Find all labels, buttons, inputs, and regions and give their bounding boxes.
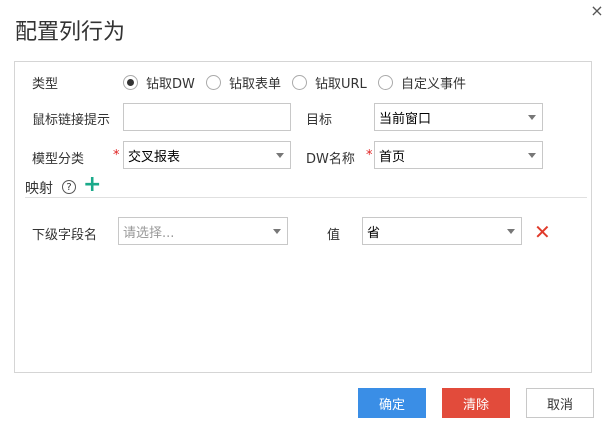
confirm-button[interactable]: 确定 — [358, 388, 426, 418]
radio-drill-url-label: 钻取URL — [315, 77, 367, 92]
dw-name-select[interactable]: 首页 — [374, 141, 543, 169]
dw-name-select-value: 首页 — [379, 149, 406, 165]
radio-custom-event-circle[interactable] — [378, 75, 393, 90]
model-label: 模型分类 — [32, 152, 85, 167]
radio-drill-dw-label: 钻取DW — [146, 77, 195, 92]
value-label: 值 — [327, 228, 341, 243]
target-select[interactable]: 当前窗口 — [374, 103, 543, 131]
delete-row-icon[interactable]: ✕ — [534, 222, 551, 242]
help-icon[interactable]: ? — [62, 180, 76, 194]
tooltip-input[interactable] — [123, 103, 291, 131]
mapping-divider — [25, 197, 587, 198]
cancel-button[interactable]: 取消 — [526, 388, 594, 418]
chevron-down-icon — [507, 228, 515, 234]
sub-field-select[interactable]: 请选择... — [118, 217, 288, 245]
radio-custom-event-label: 自定义事件 — [401, 77, 467, 92]
radio-drill-dw[interactable]: 钻取DW — [123, 73, 195, 92]
radio-drill-url[interactable]: 钻取URL — [292, 73, 367, 92]
tooltip-label: 鼠标链接提示 — [32, 113, 111, 128]
required-mark: * — [113, 148, 120, 163]
dw-name-label: DW名称 — [306, 152, 355, 167]
close-icon[interactable]: × — [590, 3, 604, 19]
chevron-down-icon — [273, 228, 281, 234]
type-label: 类型 — [32, 77, 59, 92]
value-select[interactable]: 省 — [362, 217, 522, 245]
radio-drill-form[interactable]: 钻取表单 — [206, 73, 281, 92]
target-select-value: 当前窗口 — [379, 111, 432, 127]
clear-button[interactable]: 清除 — [442, 388, 510, 418]
radio-drill-url-circle[interactable] — [292, 75, 307, 90]
add-icon[interactable]: + — [83, 174, 101, 196]
chevron-down-icon — [528, 114, 536, 120]
dialog-title: 配置列行为 — [15, 20, 126, 45]
value-select-value: 省 — [367, 225, 381, 241]
mapping-title: 映射 — [25, 181, 53, 197]
target-label: 目标 — [306, 113, 333, 128]
chevron-down-icon — [276, 152, 284, 158]
radio-drill-form-circle[interactable] — [206, 75, 221, 90]
chevron-down-icon — [528, 152, 536, 158]
radio-drill-form-label: 钻取表单 — [229, 77, 282, 92]
required-mark: * — [366, 148, 373, 163]
model-select[interactable]: 交叉报表 — [123, 141, 291, 169]
radio-drill-dw-circle[interactable] — [123, 75, 138, 90]
sub-field-placeholder: 请选择... — [123, 225, 175, 241]
model-select-value: 交叉报表 — [128, 149, 181, 165]
radio-custom-event[interactable]: 自定义事件 — [378, 73, 466, 92]
sub-field-label: 下级字段名 — [32, 228, 98, 243]
